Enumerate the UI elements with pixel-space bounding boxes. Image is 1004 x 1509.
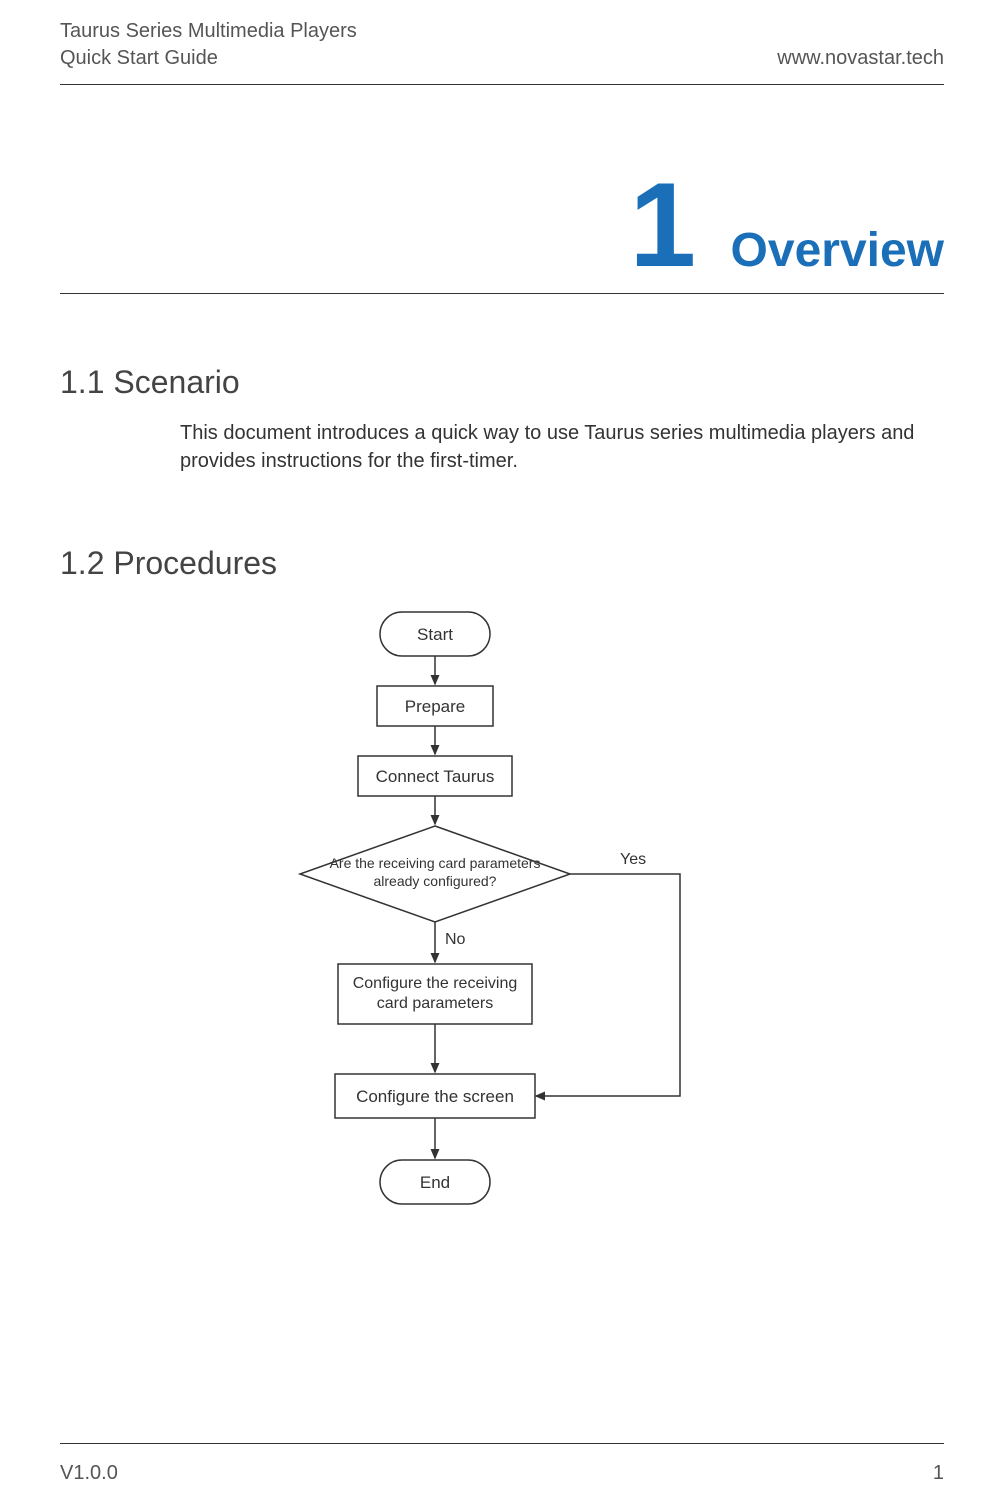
procedures-flowchart: Start Prepare Connect Taurus Are the rec… (60, 606, 944, 1246)
chapter-heading: 1 Overview (0, 165, 1004, 285)
flow-config-recv-line1: Configure the receiving (353, 975, 518, 992)
footer-divider (60, 1443, 944, 1444)
chapter-divider (60, 293, 944, 294)
flowchart-svg: Start Prepare Connect Taurus Are the rec… (280, 606, 740, 1246)
page-header: Taurus Series Multimedia Players Quick S… (0, 0, 1004, 80)
section-heading-1-2: 1.2 Procedures (60, 545, 944, 582)
flow-start-label: Start (417, 625, 453, 644)
chapter-number: 1 (629, 165, 696, 285)
flow-yes-line (536, 874, 680, 1096)
flow-prepare-label: Prepare (405, 697, 465, 716)
header-divider (60, 84, 944, 85)
flow-connect-label: Connect Taurus (376, 767, 495, 786)
footer-page-number: 1 (933, 1462, 944, 1485)
header-site: www.novastar.tech (777, 47, 944, 70)
flow-config-recv-shape (338, 964, 532, 1024)
chapter-title: Overview (731, 223, 944, 278)
section-heading-1-1: 1.1 Scenario (60, 364, 944, 401)
flow-yes-label: Yes (620, 851, 646, 868)
page-footer: V1.0.0 1 (0, 1443, 1004, 1485)
flow-decision-line1: Are the receiving card parameters (330, 855, 541, 871)
section-procedures: 1.2 Procedures Start Prepare Connect Tau… (0, 545, 1004, 1246)
flow-no-label: No (445, 931, 466, 948)
flow-config-screen-label: Configure the screen (356, 1087, 514, 1106)
flow-end-label: End (420, 1173, 450, 1192)
flow-config-recv-line2: card parameters (377, 995, 494, 1012)
doc-title-line1: Taurus Series Multimedia Players (60, 20, 357, 43)
flow-decision-line2: already configured? (374, 873, 497, 889)
section-scenario: 1.1 Scenario This document introduces a … (0, 364, 1004, 475)
doc-title-line2: Quick Start Guide (60, 47, 357, 70)
scenario-body: This document introduces a quick way to … (180, 419, 944, 475)
footer-version: V1.0.0 (60, 1462, 118, 1485)
footer-row: V1.0.0 1 (60, 1462, 944, 1485)
header-left: Taurus Series Multimedia Players Quick S… (60, 20, 357, 70)
